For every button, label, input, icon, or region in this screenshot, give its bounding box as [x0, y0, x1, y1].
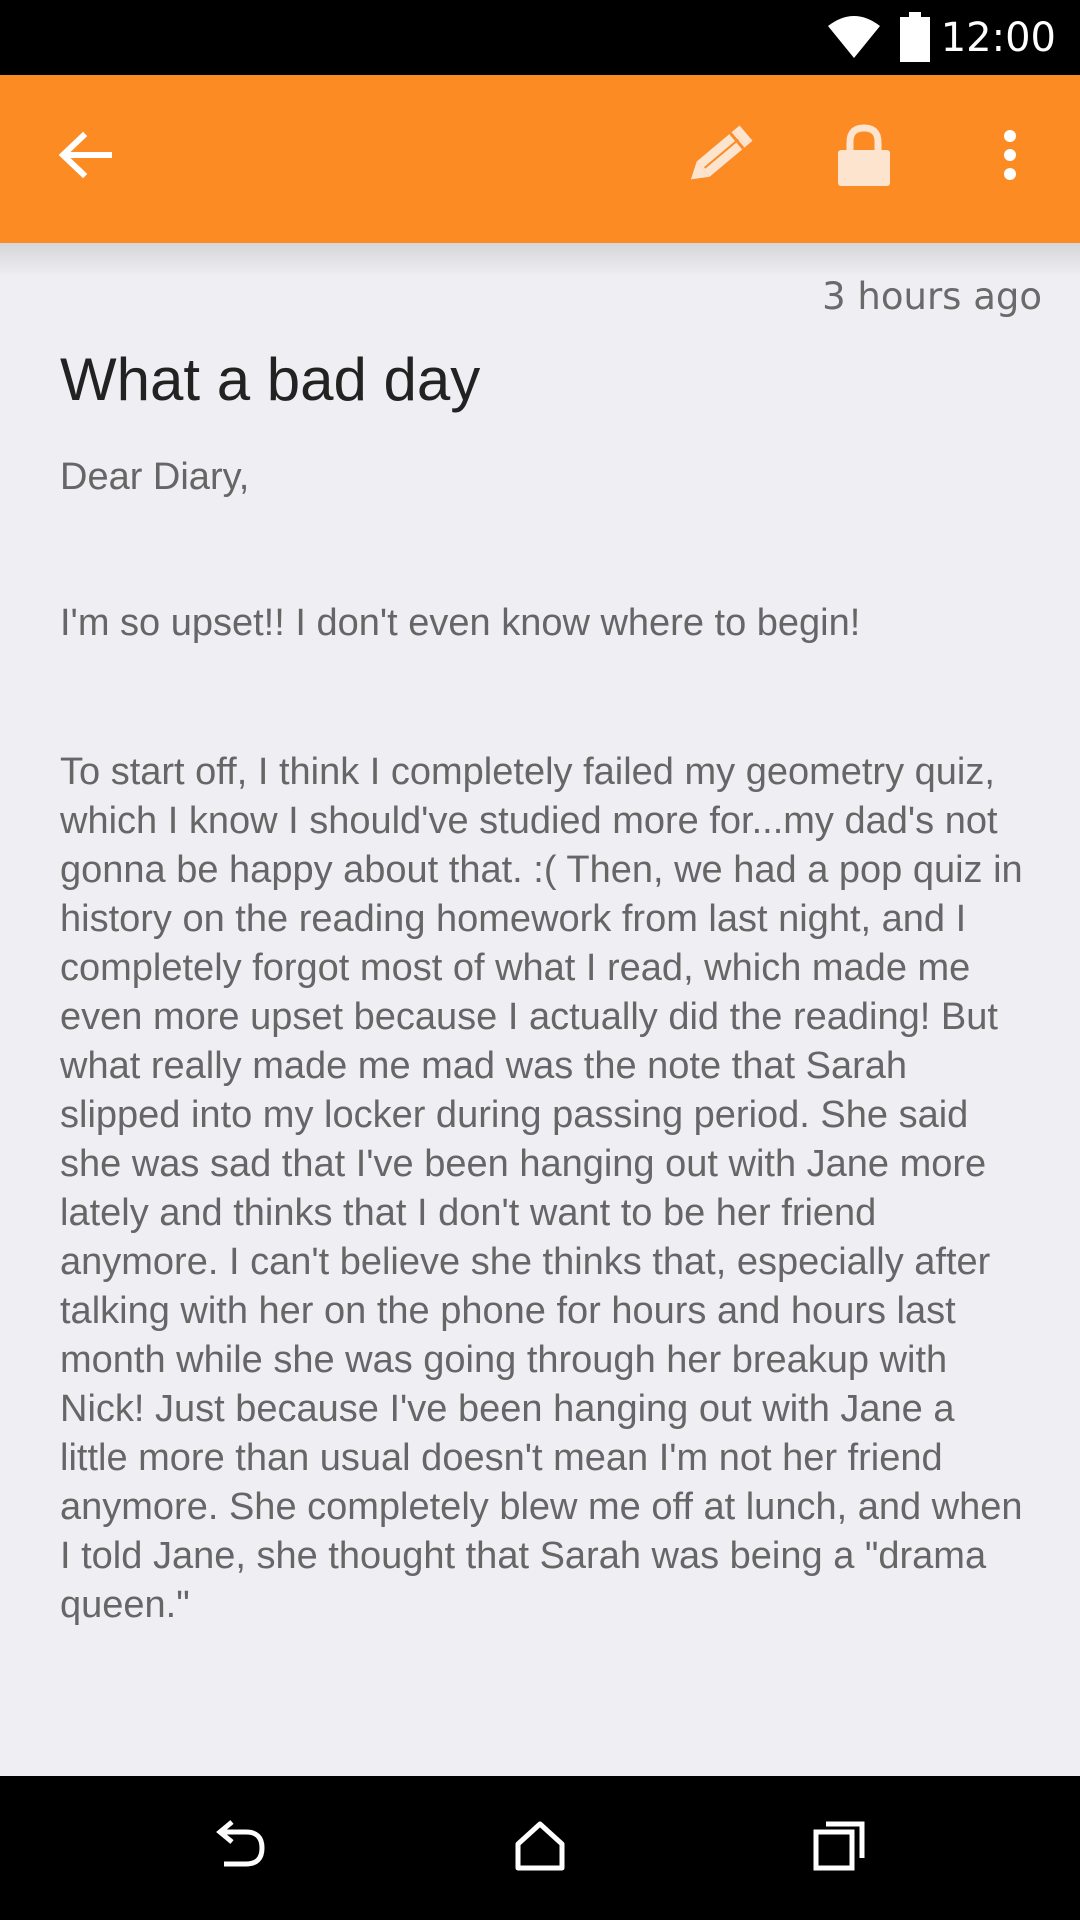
nav-back-icon — [210, 1818, 270, 1878]
entry-title: What a bad day — [60, 346, 481, 413]
edit-button[interactable] — [670, 112, 770, 202]
nav-recents-icon — [812, 1818, 868, 1878]
wifi-icon — [826, 14, 882, 60]
entry-greeting: Dear Diary, — [60, 456, 250, 498]
nav-home-button[interactable] — [490, 1808, 590, 1888]
entry-paragraph-2: To start off, I think I completely faile… — [60, 751, 1023, 1626]
status-time: 12:00 — [940, 15, 1056, 61]
nav-home-icon — [512, 1818, 568, 1878]
back-button[interactable] — [40, 112, 130, 202]
back-arrow-icon — [57, 131, 113, 183]
battery-icon — [900, 12, 930, 62]
more-options-button[interactable] — [970, 112, 1050, 202]
status-bar: 12:00 — [0, 0, 1080, 75]
app-bar — [0, 75, 1080, 243]
lock-button[interactable] — [816, 112, 912, 202]
entry-timestamp: 3 hours ago — [822, 275, 1042, 318]
more-vert-icon — [1002, 129, 1018, 185]
nav-recents-button[interactable] — [790, 1808, 890, 1888]
nav-back-button[interactable] — [190, 1808, 290, 1888]
pencil-icon — [680, 115, 760, 199]
lock-icon — [836, 124, 892, 190]
entry-body: Dear Diary, I'm so upset!! I don't even … — [60, 452, 1030, 1626]
entry-paragraph-1: I'm so upset!! I don't even know where t… — [60, 602, 861, 644]
